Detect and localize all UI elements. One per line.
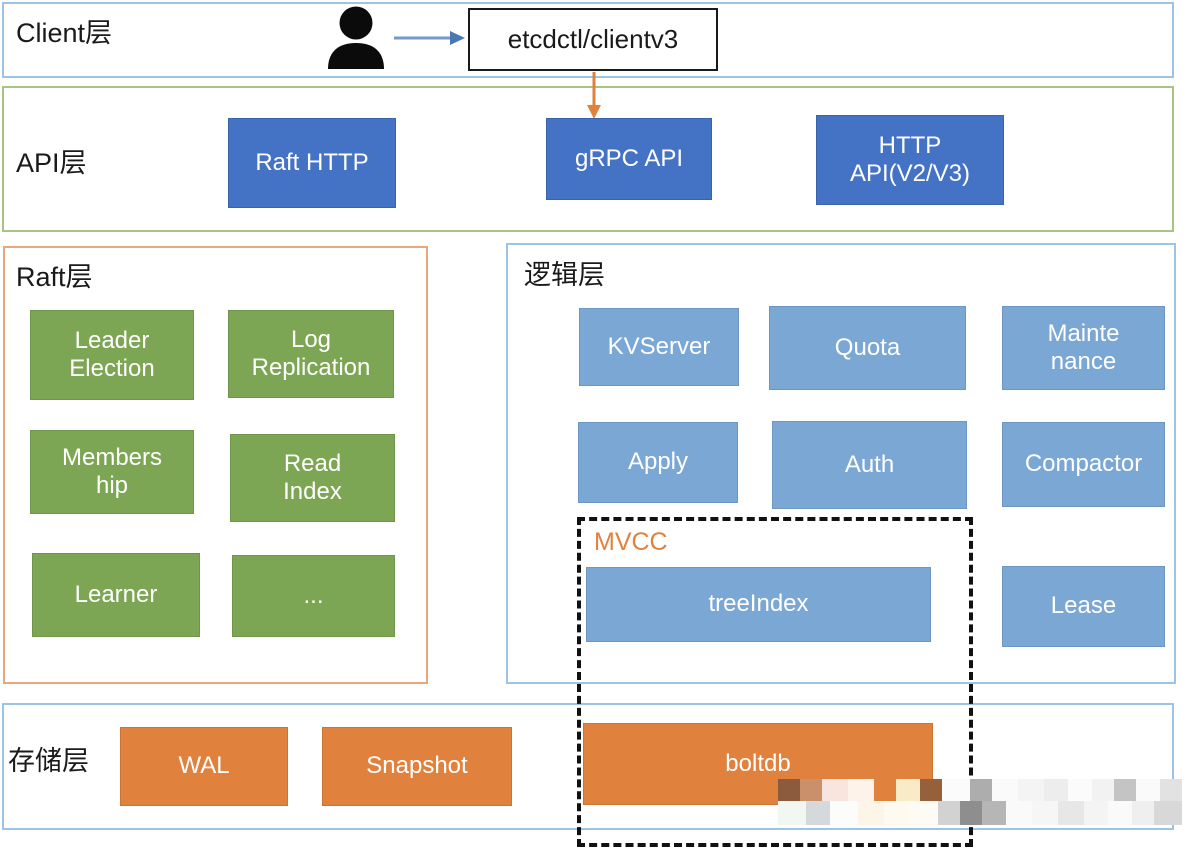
storage-layer-label: 存储层 — [8, 746, 89, 776]
node-learner[interactable]: Learner — [32, 553, 200, 637]
node-membership[interactable]: Members hip — [30, 430, 194, 514]
down-arrow-icon — [587, 72, 601, 119]
node-wal[interactable]: WAL — [120, 727, 288, 806]
diagram-canvas: Client层 etcdctl/clientv3 API层 Raft HTTP … — [0, 0, 1190, 852]
api-layer-label: API层 — [16, 148, 87, 178]
node-auth[interactable]: Auth — [772, 421, 967, 509]
mosaic-censor-overlay — [778, 779, 1182, 825]
node-snapshot[interactable]: Snapshot — [322, 727, 512, 806]
node-kvserver[interactable]: KVServer — [579, 308, 739, 386]
node-maintenance[interactable]: Mainte nance — [1002, 306, 1165, 390]
node-leader-election[interactable]: Leader Election — [30, 310, 194, 400]
node-http-api[interactable]: HTTP API(V2/V3) — [816, 115, 1004, 205]
node-raft-http[interactable]: Raft HTTP — [228, 118, 396, 208]
node-maintenance-line2: nance — [1050, 348, 1117, 375]
node-read-index-line2: Index — [283, 478, 342, 505]
mvcc-group-label: MVCC — [594, 528, 668, 556]
user-icon — [328, 6, 384, 69]
node-log-replication[interactable]: Log Replication — [228, 310, 394, 398]
node-raft-ellipsis[interactable]: ... — [232, 555, 395, 637]
node-membership-line1: Members — [61, 443, 163, 471]
node-membership-line2: hip — [95, 472, 129, 499]
etcdctl-client-box[interactable]: etcdctl/clientv3 — [468, 8, 718, 71]
node-grpc-api[interactable]: gRPC API — [546, 118, 712, 200]
node-maintenance-line1: Mainte — [1047, 319, 1120, 347]
node-log-replication-line2: Replication — [251, 354, 371, 381]
node-compactor[interactable]: Compactor — [1002, 422, 1165, 507]
logic-layer-label: 逻辑层 — [524, 260, 605, 290]
node-quota[interactable]: Quota — [769, 306, 966, 390]
node-leader-election-line2: Election — [69, 355, 155, 382]
node-leader-election-line1: Leader — [74, 326, 150, 354]
raft-layer-label: Raft层 — [16, 262, 93, 292]
right-arrow-icon — [394, 31, 465, 45]
node-log-replication-line1: Log — [290, 325, 332, 353]
node-apply[interactable]: Apply — [578, 422, 738, 503]
node-lease[interactable]: Lease — [1002, 566, 1165, 647]
node-http-api-line1: HTTP — [878, 131, 942, 159]
node-read-index[interactable]: Read Index — [230, 434, 395, 522]
node-http-api-line2: API(V2/V3) — [849, 160, 971, 187]
client-layer-label: Client层 — [16, 18, 113, 48]
node-read-index-line1: Read — [283, 449, 342, 477]
